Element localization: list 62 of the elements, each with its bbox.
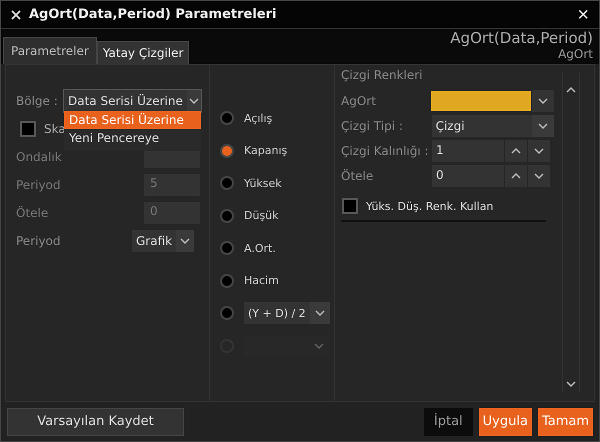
increment-button[interactable] bbox=[505, 140, 527, 162]
radio-label: Yüksek bbox=[244, 176, 282, 190]
decrement-button[interactable] bbox=[528, 140, 550, 162]
field-label: Çizgi Tipi : bbox=[341, 118, 404, 132]
chevron-down-icon bbox=[534, 172, 544, 178]
radio-button[interactable] bbox=[220, 274, 234, 288]
field-label: Çizgi Kalınlığı : bbox=[341, 144, 430, 158]
chevron-down-icon bbox=[314, 342, 324, 349]
line-type-dropdown[interactable]: Çizgi bbox=[432, 114, 554, 136]
field-label: Ötele bbox=[341, 168, 374, 182]
radio-label: Düşük bbox=[244, 209, 279, 222]
radio-button[interactable] bbox=[220, 208, 234, 223]
field-label: Ondalık bbox=[16, 150, 63, 164]
radio-button[interactable] bbox=[220, 306, 234, 320]
source-dropdown[interactable]: (Y + D) / 2 bbox=[244, 302, 330, 324]
radio-button[interactable] bbox=[220, 176, 234, 190]
chevron-down-icon bbox=[314, 310, 325, 316]
checkbox-label: Ska bbox=[44, 122, 66, 136]
radio-button[interactable] bbox=[220, 144, 234, 158]
scrollbar[interactable] bbox=[562, 73, 580, 393]
chevron-down-icon bbox=[180, 238, 190, 244]
chevron-down-icon bbox=[538, 122, 548, 128]
increment-button[interactable] bbox=[505, 164, 527, 186]
radio-label: A.Ort. bbox=[244, 242, 276, 255]
chevron-up-icon bbox=[566, 87, 576, 93]
radio-button[interactable] bbox=[220, 241, 234, 256]
period-dropdown[interactable]: Grafik bbox=[132, 230, 194, 252]
field-label: Bölge : bbox=[16, 94, 59, 108]
radio-label: Açılış bbox=[244, 112, 272, 125]
field-label: Periyod bbox=[16, 234, 62, 248]
radio-button[interactable] bbox=[220, 111, 234, 126]
field-label: Ötele bbox=[16, 206, 50, 220]
radio-label: Hacim bbox=[244, 274, 279, 288]
color-swatch[interactable] bbox=[431, 90, 532, 110]
chevron-down-icon bbox=[538, 98, 548, 104]
checkbox[interactable] bbox=[20, 121, 36, 137]
tab[interactable]: Yatay Çizgiler bbox=[96, 41, 190, 64]
indicator-title: AgOrt(Data,Period) bbox=[450, 29, 593, 47]
close-icon[interactable] bbox=[11, 10, 21, 20]
chevron-up-icon bbox=[511, 172, 521, 178]
number-field[interactable]: 0 bbox=[432, 164, 504, 186]
close-button[interactable]: × bbox=[573, 4, 593, 24]
indicator-subtitle: AgOrt bbox=[558, 47, 593, 61]
number-field[interactable]: 1 bbox=[432, 140, 504, 162]
chevron-down-icon bbox=[566, 381, 576, 387]
dropdown-option[interactable]: Yeni Pencereye bbox=[64, 129, 201, 147]
chevron-down-icon bbox=[534, 148, 544, 154]
region-dropdown[interactable]: Data Serisi Üzerine bbox=[64, 90, 201, 112]
chevron-up-icon bbox=[511, 148, 521, 154]
section-title: Çizgi Renkleri bbox=[341, 68, 424, 84]
checkbox[interactable] bbox=[342, 198, 358, 214]
save-default-button[interactable]: Varsayılan Kaydet bbox=[7, 408, 184, 436]
dialog-button[interactable]: İptal bbox=[424, 408, 473, 436]
radio-label: Kapanış bbox=[244, 144, 288, 158]
tab[interactable]: Parametreler bbox=[3, 37, 97, 64]
chevron-down-icon bbox=[188, 98, 199, 104]
decrement-button[interactable] bbox=[528, 164, 550, 186]
dropdown-button[interactable] bbox=[532, 90, 554, 112]
checkbox-label: Yüks. Düş. Renk. Kullan bbox=[366, 200, 494, 212]
field-label: Periyod bbox=[16, 178, 62, 192]
field-label: AgOrt bbox=[341, 94, 377, 108]
window-title: AgOrt(Data,Period) Parametreleri bbox=[29, 7, 278, 22]
